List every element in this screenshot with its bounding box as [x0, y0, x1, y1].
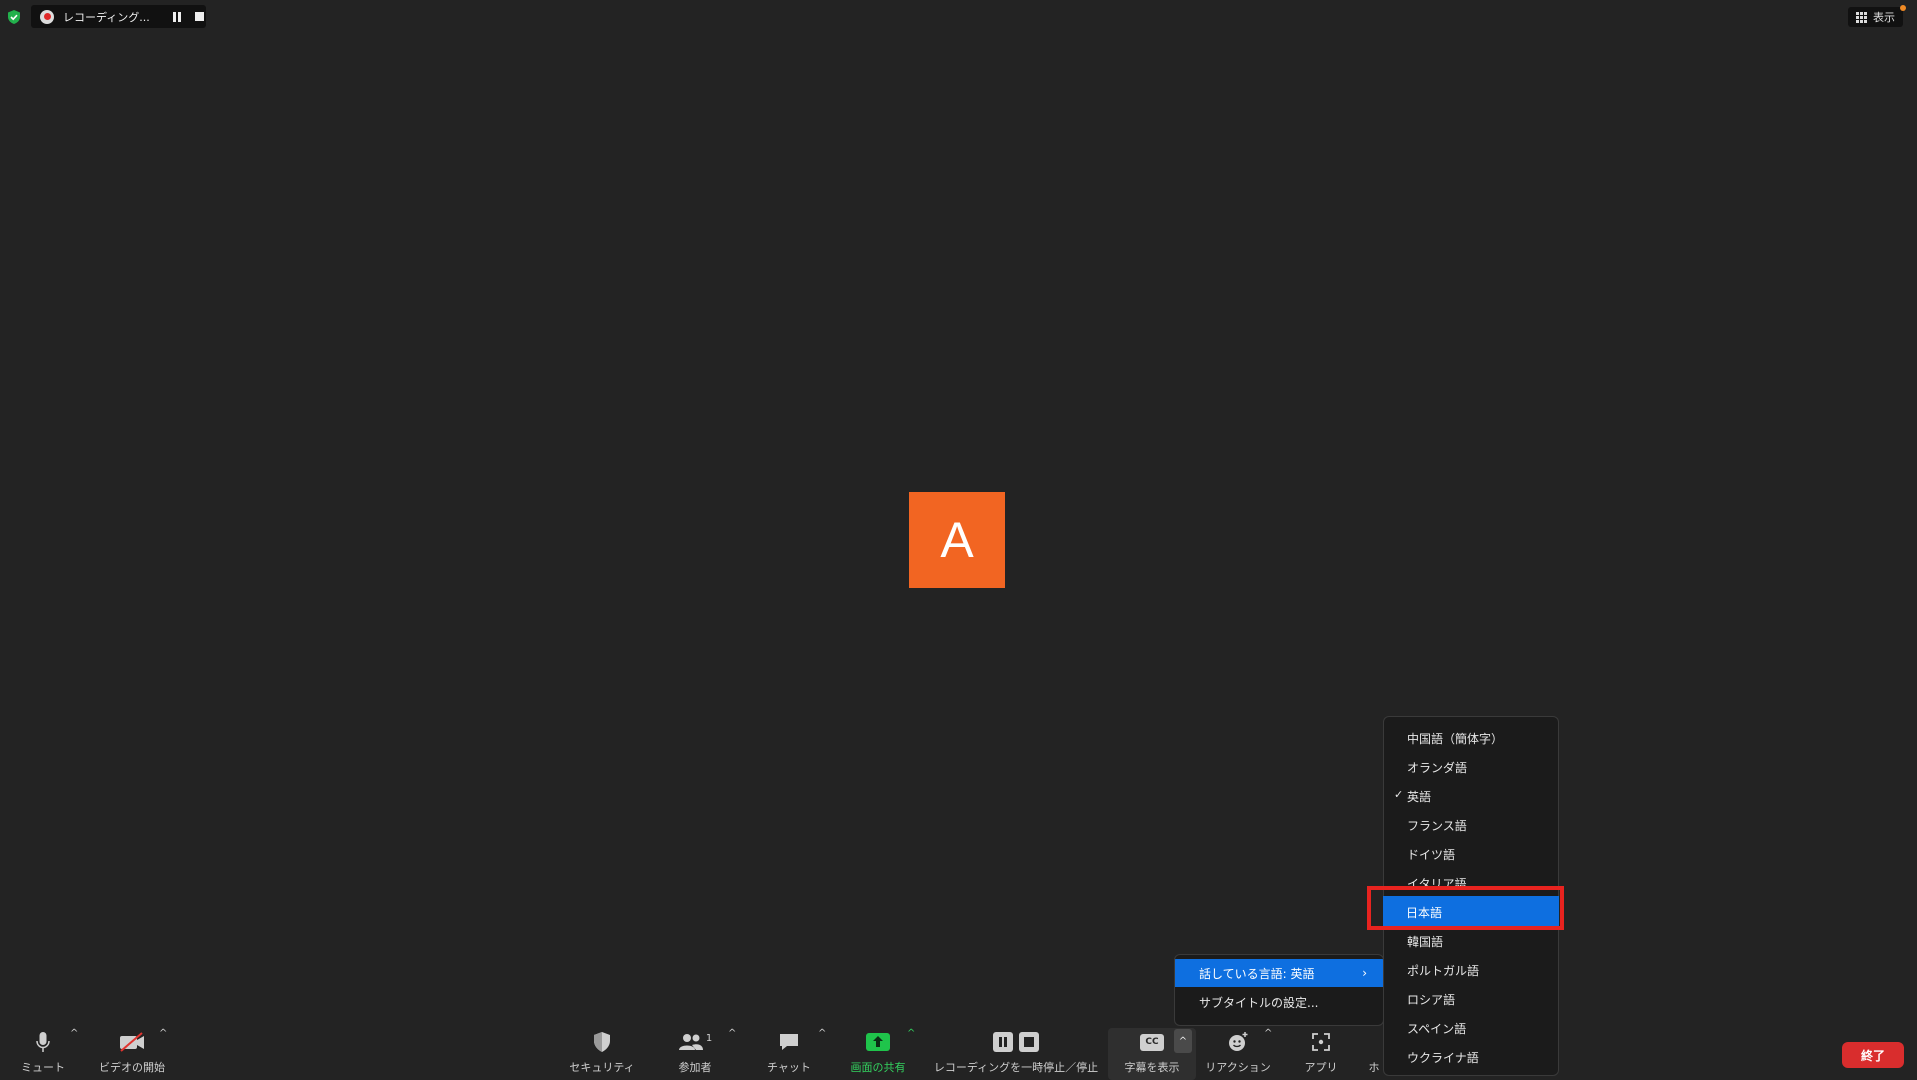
end-meeting-label: 終了 — [1860, 1048, 1885, 1063]
annotation-highlight-box — [1367, 886, 1564, 930]
video-options-caret-icon[interactable]: ^ — [159, 1028, 167, 1039]
mute-options-caret-icon[interactable]: ^ — [70, 1028, 78, 1039]
share-screen-icon — [866, 1033, 890, 1051]
cc-icon: CC — [1140, 1033, 1164, 1051]
language-item-ukrainian[interactable]: ウクライナ語 — [1407, 1049, 1479, 1066]
security-icon — [594, 1032, 610, 1052]
start-video-label: ビデオの開始 — [99, 1061, 165, 1074]
language-item-russian[interactable]: ロシア語 — [1407, 991, 1455, 1008]
chat-icon — [780, 1034, 798, 1050]
chat-options-caret-icon[interactable]: ^ — [818, 1028, 826, 1039]
stop-recording-icon[interactable] — [195, 12, 204, 21]
recording-dot-icon — [40, 9, 54, 24]
captions-options-caret-button[interactable]: ^ — [1174, 1029, 1192, 1053]
chat-label: チャット — [767, 1061, 811, 1074]
video-off-icon — [120, 1032, 144, 1052]
captions-menu: 話している言語: 英語 › サブタイトルの設定... — [1174, 954, 1384, 1026]
participants-options-caret-icon[interactable]: ^ — [728, 1028, 736, 1039]
stop-icon — [1019, 1032, 1039, 1052]
notification-dot — [1900, 5, 1906, 11]
reactions-label: リアクション — [1205, 1061, 1271, 1074]
recording-label: レコーディング... — [63, 10, 150, 24]
language-item-chinese[interactable]: 中国語（簡体字） — [1407, 730, 1503, 747]
cc-badge-text: CC — [1145, 1037, 1159, 1047]
microphone-icon — [36, 1032, 50, 1052]
language-label: ドイツ語 — [1407, 848, 1456, 862]
avatar-initial: A — [940, 512, 974, 568]
language-label: ポルトガル語 — [1407, 964, 1480, 978]
apps-icon — [1312, 1033, 1330, 1051]
recording-control-label: レコーディングを一時停止／停止 — [933, 1061, 1099, 1074]
mute-button[interactable]: ミュート — [16, 1029, 70, 1075]
participants-icon — [678, 1034, 703, 1050]
apps-button[interactable]: アプリ — [1300, 1029, 1342, 1075]
language-item-german[interactable]: ドイツ語 — [1407, 846, 1455, 863]
language-label: 英語 — [1407, 790, 1432, 804]
participants-button[interactable]: 1 参加者 — [672, 1029, 718, 1075]
start-video-button[interactable]: ビデオの開始 — [96, 1029, 168, 1075]
view-button[interactable]: 表示 — [1848, 5, 1906, 27]
end-meeting-button[interactable]: 終了 — [1842, 1042, 1904, 1068]
grid-view-icon — [1856, 11, 1867, 23]
pause-recording-icon[interactable] — [172, 11, 182, 22]
chat-button[interactable]: チャット — [764, 1029, 814, 1075]
show-captions-label: 字幕を表示 — [1124, 1061, 1180, 1074]
language-label: ロシア語 — [1407, 993, 1456, 1007]
language-label: ウクライナ語 — [1407, 1051, 1479, 1065]
security-label: セキュリティ — [569, 1061, 635, 1074]
language-item-portuguese[interactable]: ポルトガル語 — [1407, 962, 1479, 979]
share-screen-label: 画面の共有 — [850, 1061, 906, 1074]
share-screen-button[interactable]: 画面の共有 — [846, 1029, 910, 1075]
share-options-caret-icon[interactable]: ^ — [907, 1028, 915, 1039]
language-label: フランス語 — [1407, 819, 1467, 833]
language-label: オランダ語 — [1407, 761, 1468, 775]
checkmark-icon: ✓ — [1394, 788, 1404, 801]
language-label: スペイン語 — [1407, 1022, 1467, 1036]
subtitle-settings-label: サブタイトルの設定... — [1199, 995, 1319, 1010]
more-button[interactable]: ホ — [1368, 1029, 1380, 1075]
language-item-french[interactable]: フランス語 — [1407, 817, 1467, 834]
security-shield-icon[interactable] — [6, 9, 22, 25]
spoken-language-label: 話している言語: 英語 — [1199, 966, 1315, 981]
subtitle-settings-menu-item[interactable]: サブタイトルの設定... — [1175, 988, 1383, 1016]
security-button[interactable]: セキュリティ — [566, 1029, 638, 1075]
meeting-toolbar: ミュート ^ ビデオの開始 ^ セキュリティ 1 参加者 ^ チャット ^ 画面… — [0, 1018, 1917, 1080]
chevron-right-icon: › — [1362, 966, 1367, 980]
meeting-window: レコーディング... 表示 A ミュート ^ ビデオの開始 ^ セキュリティ 1… — [0, 0, 1917, 1080]
language-label: 中国語（簡体字） — [1407, 732, 1504, 746]
recording-indicator: レコーディング... — [31, 5, 206, 28]
more-label: ホ — [1368, 1061, 1380, 1074]
reaction-emoji-icon — [1229, 1032, 1248, 1051]
pause-icon — [993, 1032, 1013, 1052]
language-label: 韓国語 — [1407, 935, 1444, 949]
reactions-options-caret-icon[interactable]: ^ — [1264, 1028, 1272, 1039]
participants-label: 参加者 — [678, 1061, 712, 1074]
language-item-spanish[interactable]: スペイン語 — [1407, 1020, 1466, 1037]
language-item-english[interactable]: ✓ 英語 — [1394, 788, 1432, 805]
recording-control-button[interactable]: レコーディングを一時停止／停止 — [932, 1029, 1100, 1075]
language-item-dutch[interactable]: オランダ語 — [1407, 759, 1467, 776]
view-label: 表示 — [1873, 11, 1895, 24]
apps-label: アプリ — [1304, 1061, 1338, 1074]
spoken-language-menu-item[interactable]: 話している言語: 英語 › — [1175, 959, 1383, 987]
participants-count: 1 — [705, 1032, 713, 1044]
mute-label: ミュート — [21, 1061, 65, 1074]
language-item-korean[interactable]: 韓国語 — [1407, 933, 1443, 950]
participant-avatar: A — [909, 492, 1005, 588]
